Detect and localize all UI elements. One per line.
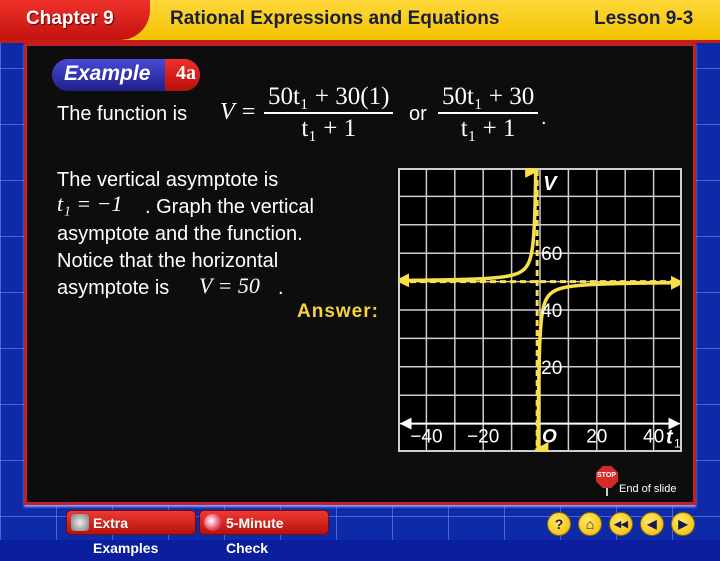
x-tick-label: 20 (586, 427, 607, 448)
horizontal-asymptote-equation: V = 50 (199, 273, 260, 298)
fraction-1-denominator: t₁ + 1 (301, 115, 357, 142)
paragraph-line-3: asymptote and the function. (57, 223, 303, 245)
x-tick-label: −40 (410, 427, 442, 448)
help-icon: ? (554, 516, 564, 532)
previous-icon: ◀ (647, 517, 657, 531)
function-intro: The function is (57, 103, 188, 125)
or-word: or (409, 103, 427, 125)
five-minute-check-label: 5-Minute Check (226, 515, 284, 556)
stopwatch-icon (204, 514, 222, 531)
end-of-slide-label: End of slide (619, 483, 677, 495)
computer-icon (71, 514, 89, 531)
previous-slide-button[interactable]: ◀ (640, 512, 664, 536)
y-tick-label: 20 (541, 358, 562, 379)
y-axis-label: V (543, 173, 558, 195)
rewind-icon: ◀◀ (614, 519, 628, 529)
chapter-title: Rational Expressions and Equations (170, 8, 500, 29)
function-lhs: V = (220, 99, 257, 125)
paragraph-line-5-end: . (278, 277, 284, 299)
five-minute-check-button[interactable]: 5-Minute Check (199, 510, 329, 556)
answer-label: Answer: (297, 301, 379, 322)
example-word: Example (64, 62, 151, 85)
fraction-1-numerator: 50t₁ + 30(1) (264, 82, 394, 114)
function-period: . (541, 107, 547, 129)
paragraph-line-4: Notice that the horizontal (57, 250, 279, 272)
stop-text: STOP (597, 472, 616, 479)
y-tick-label: 60 (541, 244, 562, 265)
x-axis-label-subscript: 1 (674, 437, 681, 451)
paragraph-line-5: asymptote is (57, 277, 170, 299)
help-button[interactable]: ? (547, 512, 571, 536)
fraction-1: 50t₁ + 30(1) t₁ + 1 (264, 82, 394, 144)
lesson-label: Lesson 9-3 (594, 8, 694, 29)
next-icon: ▶ (678, 517, 688, 531)
paragraph-line-2: . Graph the vertical (145, 196, 314, 218)
first-slide-button[interactable]: ◀◀ (609, 512, 633, 536)
example-number: 4a (176, 62, 196, 84)
home-button[interactable]: ⌂ (578, 512, 602, 536)
x-tick-label: −20 (467, 427, 499, 448)
fraction-2: 50t₁ + 30 t₁ + 1 (438, 82, 539, 144)
y-tick-label: 40 (541, 301, 562, 322)
header-bar: Chapter 9 Rational Expressions and Equat… (0, 0, 720, 43)
home-icon: ⌂ (585, 516, 595, 532)
stop-sign-post (606, 488, 608, 496)
fraction-2-denominator: t₁ + 1 (460, 115, 516, 142)
fraction-2-numerator: 50t₁ + 30 (438, 82, 539, 114)
chapter-tab: Chapter 9 (0, 0, 150, 40)
paragraph-line-1: The vertical asymptote is (57, 169, 279, 191)
x-tick-label: 40 (643, 427, 664, 448)
extra-examples-button[interactable]: Extra Examples (66, 510, 196, 556)
example-badge: Example 4a (52, 59, 200, 91)
vertical-asymptote-equation: t₁ = −1 (57, 191, 123, 216)
chapter-label: Chapter 9 (26, 8, 114, 29)
next-slide-button[interactable]: ▶ (671, 512, 695, 536)
origin-label: O (542, 427, 557, 448)
rational-function-graph: −40 −20 20 40204060O t 1V (398, 168, 682, 452)
extra-examples-label: Extra Examples (93, 515, 159, 556)
